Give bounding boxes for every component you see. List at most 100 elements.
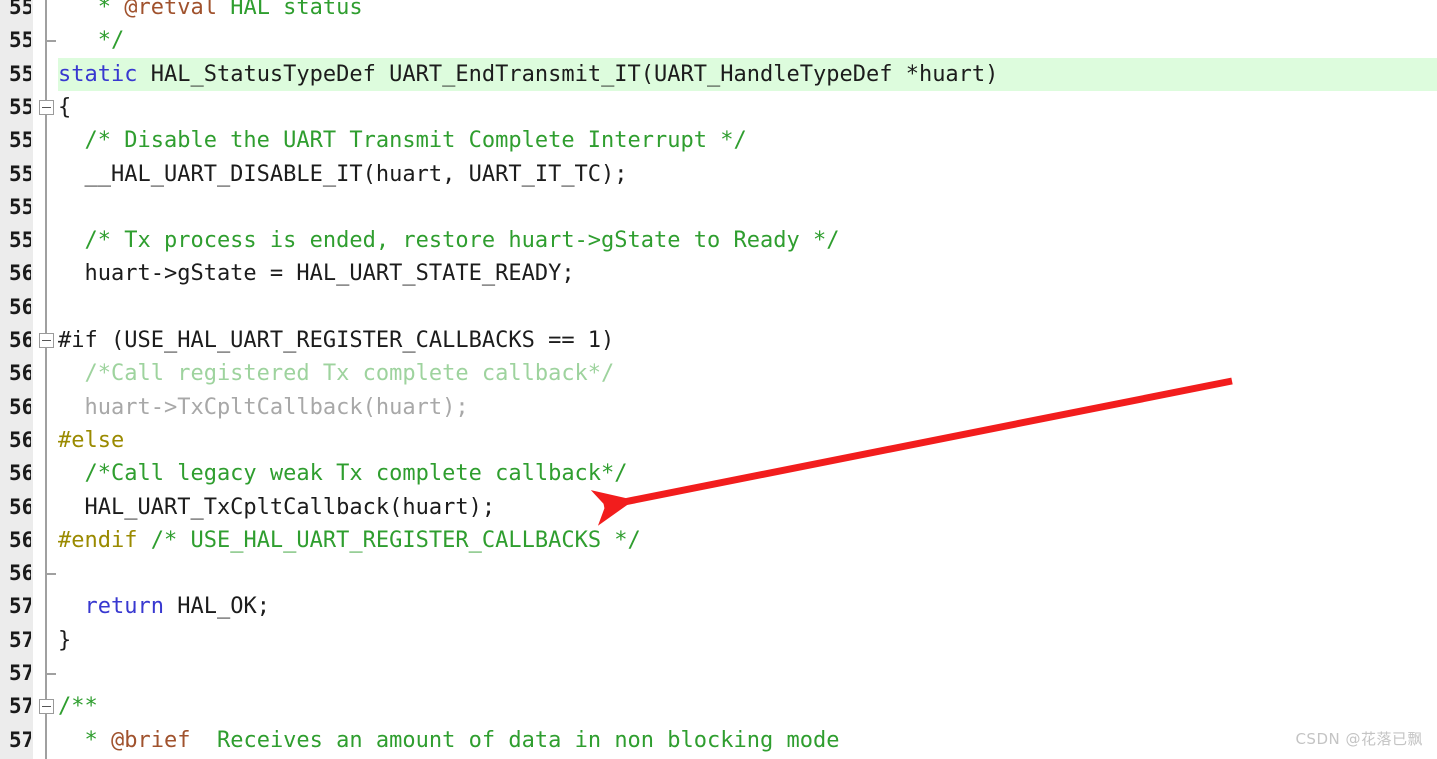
code-token: /*Call legacy weak Tx complete callback*… (58, 461, 628, 487)
line-number-text: 553 (9, 28, 31, 53)
code-line[interactable]: /* Disable the UART Transmit Complete In… (0, 124, 1437, 157)
code-token: /* Tx process is ended, restore huart->g… (58, 228, 840, 254)
code-token: /* Disable the UART Transmit Complete In… (58, 128, 747, 154)
line-number: 570 (0, 590, 31, 623)
code-line[interactable]: */ (0, 24, 1437, 57)
line-number: 563 (0, 357, 31, 390)
code-line-text[interactable]: __HAL_UART_DISABLE_IT(huart, UART_IT_TC)… (58, 158, 627, 191)
code-line-text[interactable]: huart->TxCpltCallback(huart); (58, 391, 469, 424)
code-line[interactable] (0, 191, 1437, 224)
fold-collapse-icon[interactable] (39, 698, 54, 714)
fold-end-tick-icon (46, 572, 56, 575)
code-line-text[interactable]: * @retval HAL status (58, 0, 363, 24)
line-number: 567 (0, 491, 31, 524)
code-line-text[interactable]: } (58, 624, 71, 657)
code-line-text[interactable]: /* Disable the UART Transmit Complete In… (58, 124, 747, 157)
code-line[interactable]: huart->gState = HAL_UART_STATE_READY; (0, 257, 1437, 290)
code-line-text[interactable]: /** (58, 690, 98, 723)
line-number-list: 552 553 554 555 556 557 558 559 560 561 562 563 564 5… (0, 0, 33, 759)
code-token: huart->TxCpltCallback(huart); (58, 394, 469, 420)
code-line-text[interactable]: /*Call registered Tx complete callback*/ (58, 357, 614, 390)
code-line[interactable] (0, 657, 1437, 690)
code-line[interactable]: huart->TxCpltCallback(huart); (0, 391, 1437, 424)
line-number: 555 (0, 91, 31, 124)
code-token: /*Call registered Tx complete callback*/ (58, 361, 615, 387)
line-number: 561 (0, 291, 31, 324)
line-number-text: 565 (9, 427, 31, 452)
line-number-text: 560 (9, 261, 31, 286)
code-line[interactable]: #if (USE_HAL_UART_REGISTER_CALLBACKS == … (0, 324, 1437, 357)
code-token: return (84, 594, 164, 620)
code-token: static (58, 61, 138, 87)
code-token: #endif (58, 527, 138, 553)
code-token: */ (58, 28, 125, 54)
code-line[interactable]: /*Call registered Tx complete callback*/ (0, 357, 1437, 390)
fold-collapse-icon[interactable] (39, 332, 54, 348)
code-line[interactable]: * @retval HAL status (0, 0, 1437, 24)
line-number: 572 (0, 657, 31, 690)
line-number-text: 570 (9, 594, 31, 619)
code-line[interactable] (0, 557, 1437, 590)
line-number-text: 566 (9, 461, 31, 486)
csdn-watermark: CSDN @花落已飘 (1295, 730, 1423, 748)
code-folding-column[interactable] (33, 0, 58, 759)
code-line[interactable]: #else (0, 424, 1437, 457)
line-number: 568 (0, 524, 31, 557)
fold-end-tick-icon (46, 39, 56, 42)
code-line[interactable]: { (0, 91, 1437, 124)
code-line-text[interactable]: #endif /* USE_HAL_UART_REGISTER_CALLBACK… (58, 524, 641, 557)
line-number: 556 (0, 124, 31, 157)
code-line[interactable]: return HAL_OK; (0, 590, 1437, 623)
line-number-text: 574 (9, 727, 31, 752)
code-line-text[interactable]: { (58, 91, 71, 124)
code-line-text[interactable]: #else (58, 424, 124, 457)
code-line-text[interactable]: */ (58, 24, 125, 57)
code-token: huart->gState = HAL_UART_STATE_READY; (58, 261, 575, 287)
fold-collapse-icon[interactable] (39, 99, 54, 115)
code-line[interactable]: /** (0, 690, 1437, 723)
code-line[interactable] (0, 291, 1437, 324)
code-line-text[interactable]: return HAL_OK; (58, 590, 270, 623)
code-line-text[interactable]: /* Tx process is ended, restore huart->g… (58, 224, 839, 257)
code-token: #else (58, 427, 125, 453)
code-token: @retval (124, 0, 217, 20)
code-line[interactable]: } (0, 624, 1437, 657)
code-token: @brief (110, 727, 191, 753)
code-line-text[interactable]: /*Call legacy weak Tx complete callback*… (58, 457, 628, 490)
code-line-text[interactable]: HAL_UART_TxCpltCallback(huart); (58, 491, 495, 524)
code-token: { (58, 94, 72, 120)
line-number-text: 561 (9, 294, 31, 319)
line-number-text: 571 (9, 627, 31, 652)
code-line-text[interactable]: * @brief Receives an amount of data in n… (58, 724, 839, 757)
code-line-text[interactable]: huart->gState = HAL_UART_STATE_READY; (58, 257, 575, 290)
line-number-text: 563 (9, 361, 31, 386)
code-lines-container[interactable]: * @retval HAL status */ static HAL_Status… (0, 0, 1437, 759)
code-line-highlighted[interactable]: static HAL_StatusTypeDef UART_EndTransmi… (0, 57, 1437, 91)
code-line-text[interactable]: static HAL_StatusTypeDef UART_EndTransmi… (58, 58, 998, 91)
line-number-text: 557 (9, 161, 31, 186)
fold-end-tick-icon (46, 672, 56, 675)
code-line[interactable]: * @brief Receives an amount of data in n… (0, 724, 1437, 757)
code-line[interactable]: #endif /* USE_HAL_UART_REGISTER_CALLBACK… (0, 524, 1437, 557)
code-line[interactable]: __HAL_UART_DISABLE_IT(huart, UART_IT_TC)… (0, 158, 1437, 191)
code-token: HAL_StatusTypeDef UART_EndTransmit_IT(UA… (137, 61, 999, 87)
line-number: 554 (0, 58, 31, 91)
code-line[interactable]: /*Call legacy weak Tx complete callback*… (0, 457, 1437, 490)
code-token: * (58, 727, 111, 753)
line-number: 571 (0, 624, 31, 657)
line-number-text: 564 (9, 394, 31, 419)
code-token: #if (USE_HAL_UART_REGISTER_CALLBACKS == … (58, 328, 615, 353)
line-number: 564 (0, 391, 31, 424)
line-number-text: 572 (9, 661, 31, 685)
code-line[interactable]: HAL_UART_TxCpltCallback(huart); (0, 491, 1437, 524)
line-number-text: 554 (9, 61, 31, 86)
code-line-text[interactable]: #if (USE_HAL_UART_REGISTER_CALLBACKS == … (58, 324, 614, 357)
line-number-text: 555 (9, 94, 31, 119)
code-token: } (58, 627, 72, 653)
code-line[interactable]: /* Tx process is ended, restore huart->g… (0, 224, 1437, 257)
line-number: 574 (0, 724, 31, 757)
code-token: /* USE_HAL_UART_REGISTER_CALLBACKS */ (137, 527, 641, 553)
code-token: HAL_UART_TxCpltCallback(huart); (58, 494, 496, 520)
code-token: Receives an amount of data in non blocki… (190, 727, 840, 753)
line-number-text: 556 (9, 128, 31, 153)
